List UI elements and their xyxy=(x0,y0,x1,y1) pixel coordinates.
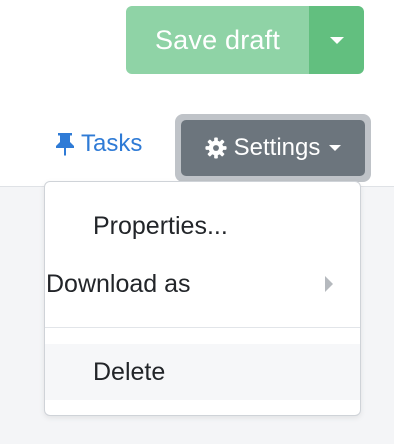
chevron-right-icon xyxy=(325,276,333,292)
menu-divider xyxy=(45,327,360,328)
save-draft-split-button: Save draft xyxy=(126,6,364,74)
pushpin-icon xyxy=(56,133,74,156)
menu-item-download-as[interactable]: Download as xyxy=(45,264,360,304)
save-draft-button[interactable]: Save draft xyxy=(126,6,309,74)
page: Save draft Tasks Settings Properties... … xyxy=(0,0,394,444)
menu-item-properties[interactable]: Properties... xyxy=(45,206,360,246)
tasks-label: Tasks xyxy=(81,130,143,157)
caret-down-icon xyxy=(329,145,342,151)
menu-item-label: Delete xyxy=(93,357,166,386)
menu-item-delete[interactable]: Delete xyxy=(45,344,360,400)
tasks-link[interactable]: Tasks xyxy=(55,130,142,158)
settings-dropdown-menu: Properties... Download as Delete xyxy=(44,181,361,416)
menu-item-label: Properties... xyxy=(93,211,228,240)
gear-icon xyxy=(205,137,227,159)
save-draft-dropdown-toggle[interactable] xyxy=(309,6,364,74)
caret-down-icon xyxy=(329,36,344,44)
settings-button[interactable]: Settings xyxy=(181,120,365,176)
menu-item-label: Download as xyxy=(46,269,191,298)
settings-label: Settings xyxy=(233,134,321,161)
